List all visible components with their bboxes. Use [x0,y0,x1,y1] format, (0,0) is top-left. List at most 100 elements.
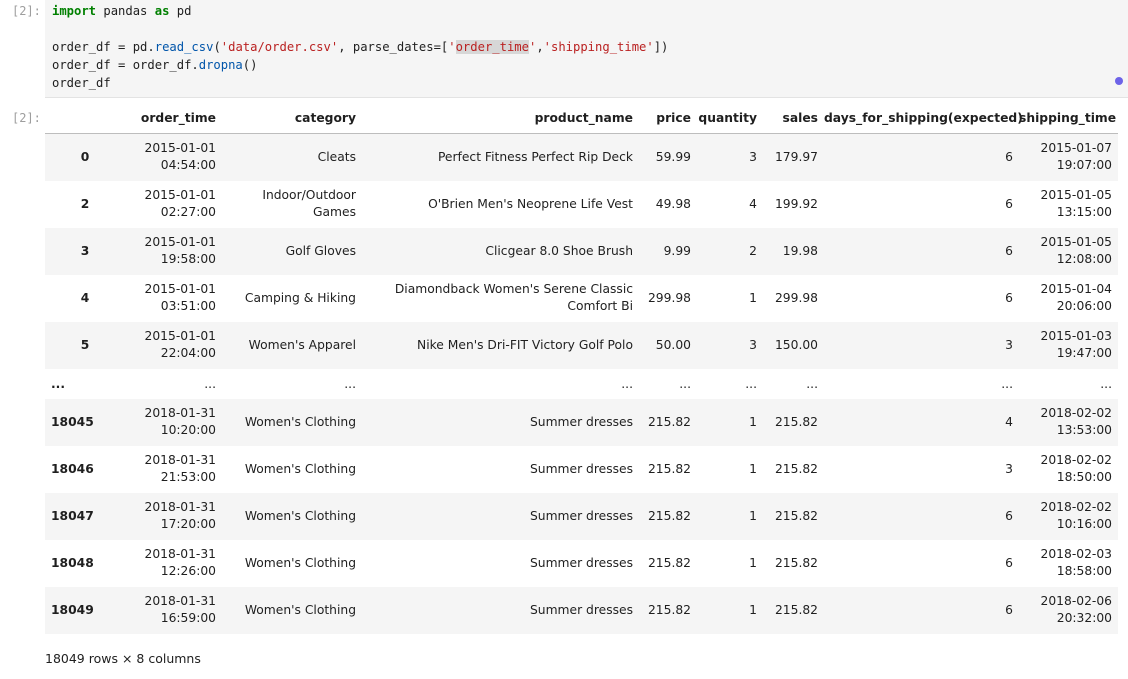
cell-line: 2018-01-31 [144,453,216,467]
column-header: shipping_time [1019,103,1118,134]
cell-line: 16:59:00 [160,611,216,625]
table-header-row: order_time category product_name price q… [45,103,1118,134]
cell-product-name: ... [621,376,633,391]
cell-line: 2015-01-05 [1040,235,1112,249]
cell-line: 10:20:00 [160,423,216,437]
cell-order-time: 2018-01-31 10:20:00 [125,399,222,446]
cell-days: 6 [1005,291,1013,305]
cell-line: 2018-02-06 [1040,594,1112,608]
cell-price: 215.82 [647,415,691,429]
table-row: 18049 2018-01-31 16:59:00 Women's Clothing S… [45,586,1118,634]
cell-line: 19:07:00 [1056,158,1112,173]
row-index: 18046 [51,462,94,476]
cell-line: 20:06:00 [1056,299,1112,313]
cell-line: 17:20:00 [160,517,216,531]
dataframe-output: order_time category product_name price q… [45,103,1118,634]
table-row-ellipsis: ........................... [45,369,1118,399]
code-keyword: as [154,4,170,18]
cell-shipping-time: 2015-01-03 19:47:00 [1019,322,1118,369]
cell-category: Cleats [317,150,356,165]
cell-line: 13:53:00 [1056,423,1112,437]
cell-line: 22:04:00 [160,346,216,360]
cell-line: 18:50:00 [1056,470,1112,484]
cell-line: 2018-02-02 [1040,406,1112,420]
cell-sales: 215.82 [774,415,818,429]
cell-product-name: Nike Men's Dri-FIT Victory Golf Polo [417,338,633,352]
cell-shipping-time: 2018-02-03 18:58:00 [1019,540,1118,587]
cell-order-time: 2018-01-31 16:59:00 [125,587,222,634]
cell-line: 19:58:00 [160,252,216,266]
cell-line: 21:53:00 [160,470,216,484]
cell-price: 215.82 [647,603,691,617]
cell-price: 59.99 [655,150,691,165]
kernel-status-dot [1115,77,1123,85]
cell-line: 2015-01-04 [1040,282,1112,296]
cell-product-name: Summer dresses [529,509,633,523]
cell-order-time: 2015-01-01 04:54:00 [125,134,222,181]
table-row: 4 2015-01-01 03:51:00 Camping & Hiking Diamo… [45,275,1118,322]
cell-sales: 215.82 [774,462,818,476]
cell-line: 2018-02-02 [1040,500,1112,514]
cell-quantity: 1 [749,462,757,476]
cell-price: 49.98 [655,197,691,211]
cell-sales: 215.82 [774,556,818,570]
cell-line: Games [312,205,356,219]
code-line-1: import pandas as pd [52,4,192,18]
cell-days: 6 [1005,556,1013,570]
cell-order-time: 2015-01-01 02:27:00 [125,181,222,228]
cell-days: 6 [1005,197,1013,211]
cell-category: Women's Clothing [244,509,356,523]
cell-product-name: O'Brien Men's Neoprene Life Vest [428,197,633,211]
cell-product-name: Diamondback Women's Serene Classic Comfor… [362,275,639,322]
column-header: product_name [362,103,639,134]
table-row: 18046 2018-01-31 21:53:00 Women's Clothing S… [45,446,1118,493]
cell-category: Women's Clothing [244,415,356,429]
cell-category: Women's Clothing [244,556,356,570]
cell-sales: 215.82 [774,603,818,617]
cell-category: ... [344,376,356,391]
cell-product-name: Clicgear 8.0 Shoe Brush [485,244,633,258]
cell-price: 215.82 [647,509,691,523]
row-index: 18047 [51,509,94,523]
cell-order-time: ... [204,376,216,391]
cell-line: 2015-01-01 [144,188,216,202]
dataframe-shape: 18049 rows × 8 columns [45,651,201,666]
table-row: 18047 2018-01-31 17:20:00 Women's Clothing S… [45,492,1118,540]
table-row: 5 2015-01-01 22:04:00 Women's Apparel Nike M… [45,321,1118,369]
row-index: 18045 [51,415,94,429]
dataframe-table: order_time category product_name price q… [45,103,1118,634]
cell-days: 6 [1005,509,1013,523]
cell-sales: 19.98 [782,244,818,258]
row-index: 3 [80,244,90,258]
input-cell[interactable]: [2]: import pandas as pd order_df = pd.r… [0,0,1128,98]
cell-price: 9.99 [663,244,691,258]
cell-product-name: Summer dresses [529,556,633,570]
cell-line: 13:15:00 [1056,205,1112,219]
row-index: 2 [80,197,90,211]
cell-quantity: 4 [749,197,757,211]
cell-quantity: 3 [749,150,757,165]
cell-sales: ... [806,376,818,391]
column-header: quantity [697,103,763,134]
cell-sales: 299.98 [774,291,818,305]
cell-quantity: 2 [749,244,757,258]
code-editor[interactable]: import pandas as pd order_df = pd.read_c… [45,0,1128,98]
cell-shipping-time: 2018-02-06 20:32:00 [1019,587,1118,634]
cell-line: 2018-02-02 [1040,453,1112,467]
table-row: 0 2015-01-01 04:54:00 Cleats Perfect Fitness… [45,133,1118,181]
cell-shipping-time: 2018-02-02 10:16:00 [1019,493,1118,540]
cell-days: 3 [1005,462,1013,476]
row-index: 0 [80,150,90,165]
cell-shipping-time: 2018-02-02 18:50:00 [1019,446,1118,493]
code-line-3: order_df = pd.read_csv('data/order.csv',… [52,40,669,54]
cell-quantity: 3 [749,338,757,352]
cell-category: Indoor/Outdoor Games [222,181,362,228]
cell-days: 3 [1005,338,1013,352]
cell-line: 2015-01-01 [144,282,216,296]
code-line-4: order_df = order_df.dropna() [52,58,258,72]
cell-line: 02:27:00 [160,205,216,219]
column-header: sales [763,103,824,134]
cell-product-name: Summer dresses [529,603,633,617]
cell-sales: 199.92 [774,197,818,211]
row-index: 4 [80,291,90,305]
